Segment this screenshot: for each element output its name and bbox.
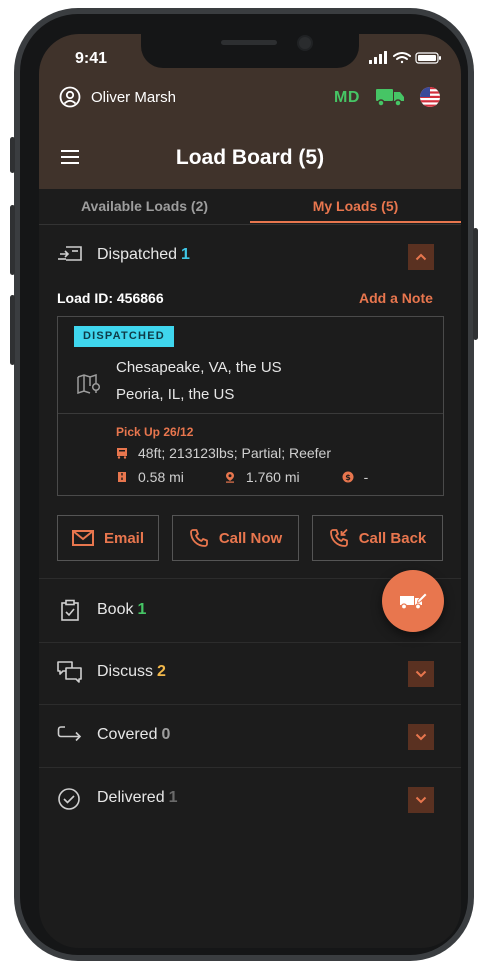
tab-bar: Available Loads (2) My Loads (5)	[39, 189, 461, 225]
destination-address: Peoria, IL, the US	[116, 386, 235, 403]
trip-metric: 1.760 mi	[224, 469, 300, 485]
deadhead-distance: 0.58 mi	[138, 469, 184, 485]
clipboard-check-icon	[61, 599, 79, 621]
section-label: Delivered 1	[97, 789, 178, 807]
quick-action-button[interactable]	[382, 570, 444, 632]
trailer-icon	[117, 448, 127, 459]
section-covered[interactable]: Covered 0	[39, 704, 461, 768]
call-now-button[interactable]: Call Now	[172, 515, 299, 561]
check-circle-icon	[58, 788, 80, 810]
truck-icon[interactable]	[375, 86, 405, 108]
trip-distance: 1.760 mi	[245, 469, 300, 485]
covered-arrow-icon	[57, 726, 82, 742]
page-title: Load Board (5)	[175, 146, 325, 169]
rate-value: -	[363, 469, 369, 485]
us-flag-icon[interactable]	[419, 86, 441, 108]
section-dispatched[interactable]: Dispatched 1	[39, 224, 461, 287]
section-count: 1	[137, 601, 147, 618]
user-profile[interactable]: Oliver Marsh	[59, 86, 176, 108]
call-back-label: Call Back	[358, 529, 427, 547]
email-label: Email	[103, 529, 145, 547]
map-route-icon	[77, 374, 101, 394]
svg-text:$: $	[345, 473, 351, 482]
section-discuss[interactable]: Discuss 2	[39, 641, 461, 705]
email-button[interactable]: Email	[57, 515, 159, 561]
signal-icon	[369, 51, 387, 64]
section-delivered[interactable]: Delivered 1	[39, 767, 461, 830]
power-button	[473, 228, 478, 340]
section-count: 0	[161, 726, 171, 743]
section-label: Dispatched 1	[97, 246, 190, 264]
card-divider	[58, 413, 443, 414]
volume-up-button	[10, 205, 15, 275]
road-icon	[118, 472, 126, 482]
specs-text: 48ft; 213123lbs; Partial; Reefer	[138, 445, 332, 461]
chat-bubbles-icon	[57, 661, 82, 683]
add-note-link[interactable]: Add a Note	[359, 290, 433, 306]
state-code[interactable]: MD	[334, 89, 360, 107]
section-count: 2	[157, 663, 166, 680]
mute-switch	[10, 137, 15, 173]
volume-down-button	[10, 295, 15, 365]
load-actions: Email Call Now Call Back	[57, 515, 443, 561]
chevron-down-icon	[415, 670, 427, 678]
status-badge: DISPATCHED	[74, 326, 174, 347]
email-icon	[71, 530, 94, 546]
section-title: Book	[97, 601, 134, 618]
load-metrics: 0.58 mi 1.760 mi $ -	[116, 469, 368, 485]
active-tab-indicator	[250, 221, 461, 223]
status-time: 9:41	[75, 50, 108, 67]
battery-icon	[415, 52, 441, 64]
dollar-icon: $	[342, 471, 354, 483]
rate-metric: $ -	[342, 469, 369, 485]
chevron-down-icon	[415, 733, 427, 741]
user-name: Oliver Marsh	[91, 88, 177, 106]
chevron-up-icon	[415, 253, 427, 261]
dispatch-icon	[58, 246, 82, 261]
callback-icon	[329, 528, 348, 547]
app-screen: 9:41 Oliver Marsh MD Load Board (5) Avai…	[39, 34, 461, 948]
phone-icon	[189, 529, 208, 547]
location-pin-icon	[225, 472, 234, 483]
speaker-grille	[221, 40, 277, 45]
section-label: Book 1	[97, 601, 146, 619]
load-card[interactable]: DISPATCHED Chesapeake, VA, the US Peoria…	[57, 316, 444, 496]
call-back-button[interactable]: Call Back	[312, 515, 443, 561]
load-id: Load ID: 456866	[57, 290, 164, 306]
status-icons	[369, 51, 441, 64]
camera-icon	[297, 35, 313, 51]
deadhead-metric: 0.58 mi	[116, 469, 184, 485]
tab-available-loads[interactable]: Available Loads (2)	[39, 198, 250, 214]
section-label: Discuss 2	[97, 663, 166, 681]
expand-button[interactable]	[408, 787, 434, 813]
section-title: Discuss	[97, 663, 154, 680]
expand-button[interactable]	[408, 661, 434, 687]
call-now-label: Call Now	[218, 529, 283, 547]
expand-button[interactable]	[408, 724, 434, 750]
wifi-icon	[393, 52, 411, 64]
section-label: Covered 0	[97, 726, 170, 744]
device-notch	[141, 34, 359, 68]
pickup-date: Pick Up 26/12	[116, 425, 194, 439]
load-specs: 48ft; 213123lbs; Partial; Reefer	[116, 445, 331, 461]
section-title: Covered	[97, 726, 158, 743]
tab-my-loads[interactable]: My Loads (5)	[250, 198, 461, 214]
user-avatar-icon	[59, 86, 81, 108]
section-count: 1	[168, 789, 178, 806]
collapse-button[interactable]	[408, 244, 434, 270]
section-title: Dispatched	[97, 246, 178, 263]
truck-edit-icon	[400, 592, 428, 610]
section-count: 1	[181, 246, 190, 263]
chevron-down-icon	[415, 796, 427, 804]
section-title: Delivered	[97, 789, 165, 806]
app-header: 9:41 Oliver Marsh MD Load Board (5)	[39, 34, 461, 189]
origin-address: Chesapeake, VA, the US	[116, 359, 282, 376]
